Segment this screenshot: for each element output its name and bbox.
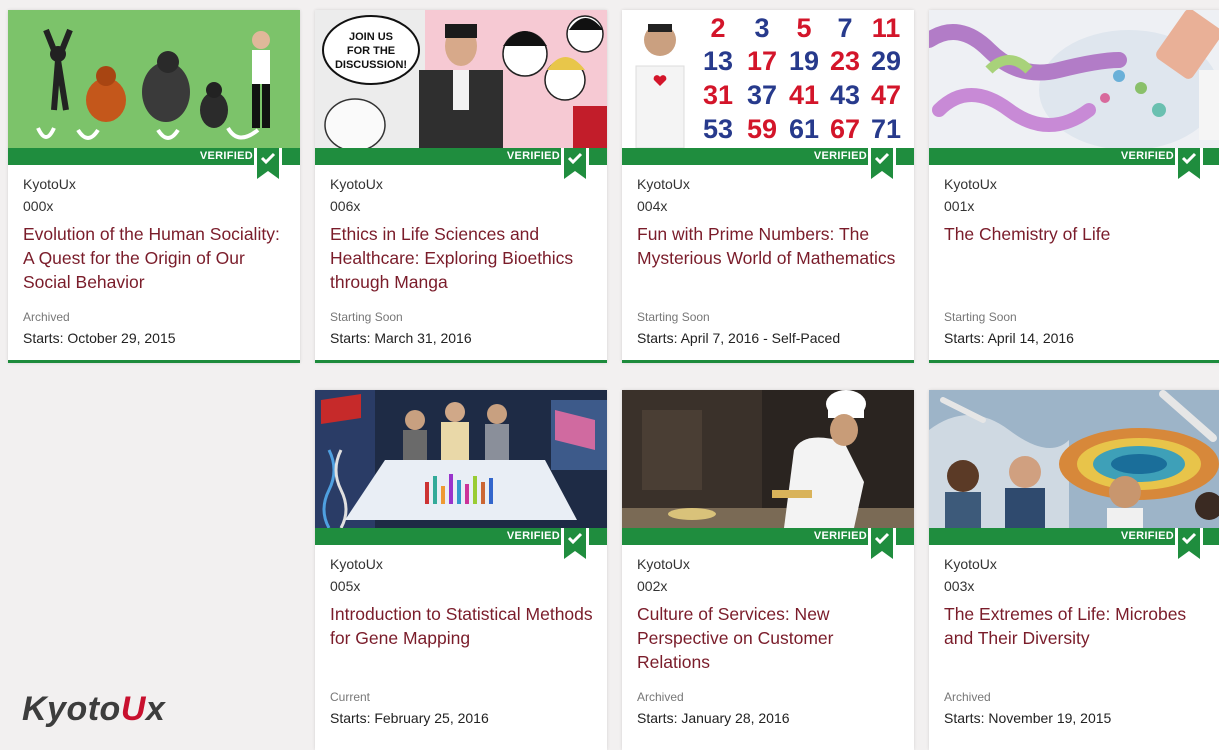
- course-thumbnail[interactable]: [622, 390, 914, 528]
- course-status: Current: [330, 690, 371, 704]
- course-org: KyotoUx: [944, 556, 997, 572]
- course-card[interactable]: VERIFIED KyotoUx 002x Culture of Service…: [622, 390, 914, 750]
- course-card[interactable]: 2 3 5 7 11 13 17 19 23 29 31 37 41 43 47…: [622, 10, 914, 363]
- prime-2: 2: [710, 13, 725, 43]
- course-org: KyotoUx: [23, 176, 76, 192]
- course-org: KyotoUx: [637, 176, 690, 192]
- course-status: Starting Soon: [637, 310, 710, 324]
- logo-text-kyoto: Kyoto: [22, 690, 121, 728]
- kyotoux-logo: KyotoUx: [22, 690, 165, 729]
- course-status: Archived: [637, 690, 684, 704]
- course-start-date: Starts: April 14, 2016: [944, 330, 1074, 346]
- verified-ribbon-icon: [561, 528, 589, 565]
- course-number: 004x: [637, 198, 668, 214]
- verified-ribbon-icon: [868, 148, 896, 185]
- prime-11: 11: [872, 13, 901, 43]
- course-thumbnail[interactable]: [315, 390, 607, 528]
- course-card[interactable]: VERIFIED KyotoUx 003x The Extremes of Li…: [929, 390, 1219, 750]
- course-number: 003x: [944, 578, 975, 594]
- course-thumbnail[interactable]: JOIN US FOR THE DISCUSSION!: [315, 10, 607, 148]
- prime-7: 7: [837, 13, 852, 43]
- course-start-date: Starts: March 31, 2016: [330, 330, 472, 346]
- prime-41: 41: [789, 80, 819, 110]
- prime-19: 19: [789, 46, 819, 76]
- course-title[interactable]: Introduction to Statistical Methods for …: [330, 602, 595, 650]
- prime-47: 47: [871, 80, 901, 110]
- course-title[interactable]: Ethics in Life Sciences and Healthcare: …: [330, 222, 595, 294]
- course-status: Archived: [23, 310, 70, 324]
- course-start-date: Starts: November 19, 2015: [944, 710, 1112, 726]
- course-org: KyotoUx: [330, 556, 383, 572]
- verified-ribbon-icon: [561, 148, 589, 185]
- prime-43: 43: [830, 80, 860, 110]
- bubble-line-1: JOIN US: [349, 31, 393, 43]
- course-number: 002x: [637, 578, 668, 594]
- prime-17: 17: [747, 46, 777, 76]
- logo-text-u: U: [120, 690, 146, 728]
- course-number: 005x: [330, 578, 361, 594]
- course-org: KyotoUx: [944, 176, 997, 192]
- course-card[interactable]: VERIFIED KyotoUx 005x Introduction to St…: [315, 390, 607, 750]
- prime-31: 31: [703, 80, 733, 110]
- prime-29: 29: [871, 46, 901, 76]
- course-status: Starting Soon: [944, 310, 1017, 324]
- course-start-date: Starts: February 25, 2016: [330, 710, 489, 726]
- course-status: Archived: [944, 690, 991, 704]
- verified-ribbon-icon: [1175, 528, 1203, 565]
- course-start-date: Starts: January 28, 2016: [637, 710, 790, 726]
- course-start-date: Starts: October 29, 2015: [23, 330, 176, 346]
- prime-71: 71: [871, 114, 901, 144]
- prime-5: 5: [796, 13, 811, 43]
- course-status: Starting Soon: [330, 310, 403, 324]
- course-title[interactable]: Culture of Services: New Perspective on …: [637, 602, 902, 674]
- course-start-date: Starts: April 7, 2016 - Self-Paced: [637, 330, 841, 346]
- course-title[interactable]: Fun with Prime Numbers: The Mysterious W…: [637, 222, 902, 270]
- prime-13: 13: [703, 46, 733, 76]
- prime-61: 61: [789, 114, 819, 144]
- course-thumbnail[interactable]: [8, 10, 300, 148]
- verified-ribbon-icon: [868, 528, 896, 565]
- course-thumbnail[interactable]: [929, 10, 1219, 148]
- course-card[interactable]: VERIFIED KyotoUx 001x The Chemistry of L…: [929, 10, 1219, 363]
- course-card[interactable]: JOIN US FOR THE DISCUSSION! VERIFIED Kyo…: [315, 10, 607, 363]
- prime-59: 59: [747, 114, 777, 144]
- prime-53: 53: [703, 114, 733, 144]
- course-org: KyotoUx: [330, 176, 383, 192]
- logo-text-x: x: [145, 690, 166, 728]
- course-title[interactable]: The Chemistry of Life: [944, 222, 1209, 246]
- course-thumbnail[interactable]: 2 3 5 7 11 13 17 19 23 29 31 37 41 43 47…: [622, 10, 914, 148]
- prime-67: 67: [830, 114, 860, 144]
- course-number: 006x: [330, 198, 361, 214]
- verified-ribbon-icon: [1175, 148, 1203, 185]
- course-number: 000x: [23, 198, 54, 214]
- bubble-line-3: DISCUSSION!: [335, 59, 407, 71]
- course-thumbnail[interactable]: [929, 390, 1219, 528]
- verified-ribbon-icon: [254, 148, 282, 185]
- course-card[interactable]: VERIFIED KyotoUx 000x Evolution of the H…: [8, 10, 300, 363]
- prime-3: 3: [754, 13, 769, 43]
- course-number: 001x: [944, 198, 975, 214]
- bubble-line-2: FOR THE: [347, 45, 395, 57]
- prime-37: 37: [747, 80, 777, 110]
- prime-23: 23: [830, 46, 860, 76]
- course-title[interactable]: Evolution of the Human Sociality: A Ques…: [23, 222, 288, 294]
- course-org: KyotoUx: [637, 556, 690, 572]
- course-title[interactable]: The Extremes of Life: Microbes and Their…: [944, 602, 1209, 650]
